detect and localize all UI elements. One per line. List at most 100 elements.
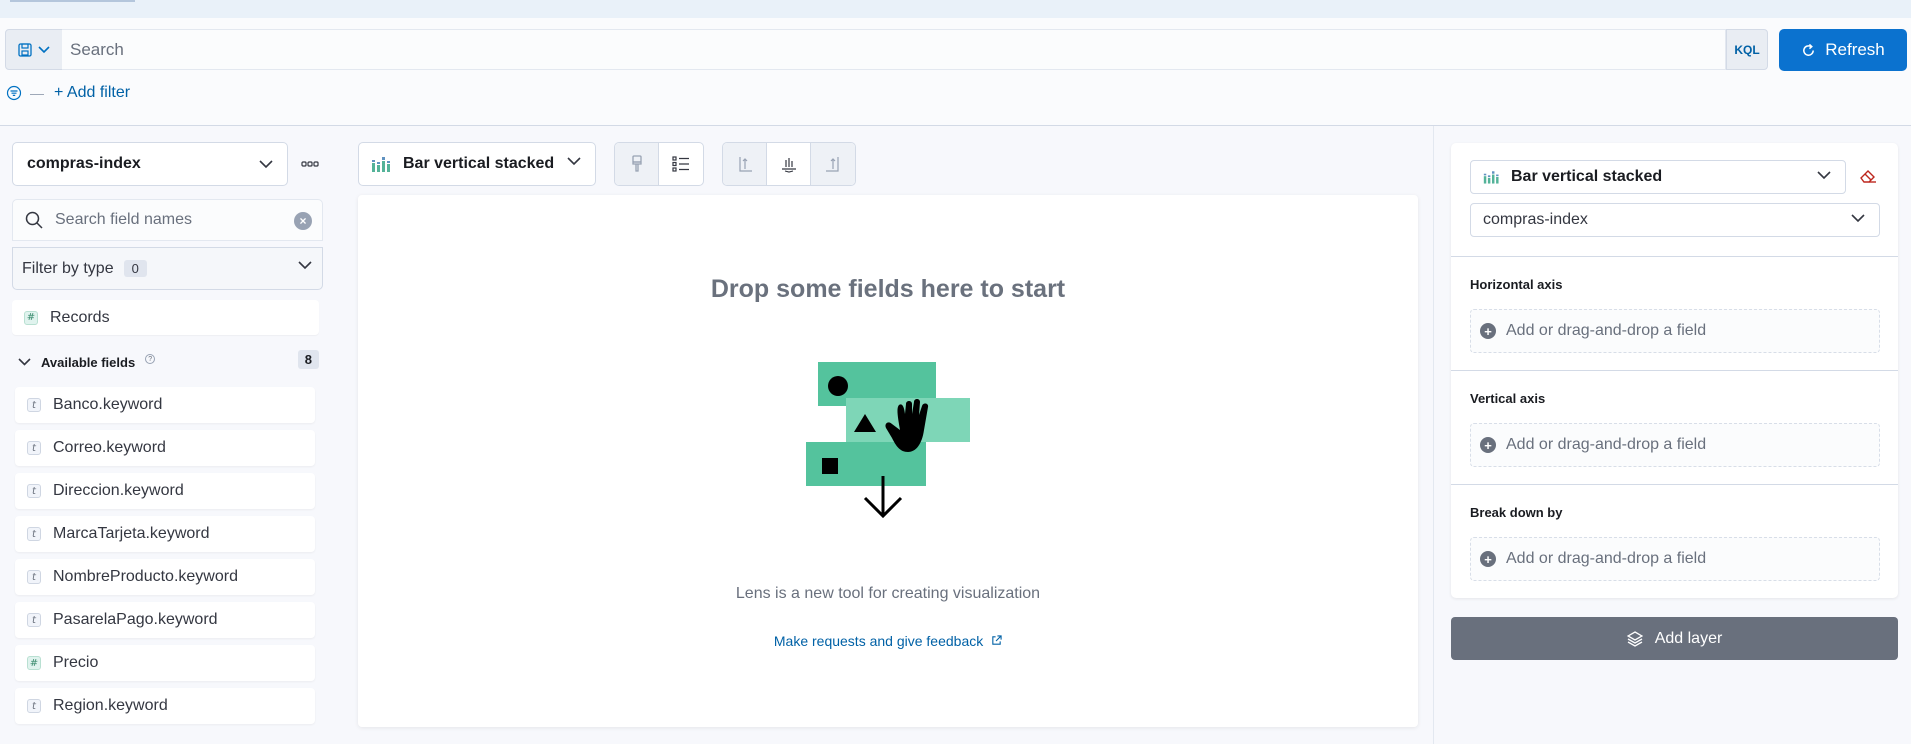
search-input[interactable]: Search (62, 29, 1726, 70)
field-list: t Banco.keyword t Correo.keyword t Direccio… (15, 387, 315, 731)
ellipsis-icon (301, 161, 319, 167)
datasource-label: compras-index (1483, 211, 1588, 228)
chevron-down-icon (567, 157, 581, 166)
add-filter-button[interactable]: + Add filter (54, 84, 130, 102)
field-item[interactable]: # Precio (15, 645, 315, 681)
filter-row: — + Add filter (6, 84, 130, 102)
field-item[interactable]: t NombreProducto.keyword (15, 559, 315, 595)
list-icon (672, 156, 689, 172)
plus-icon: + (1480, 323, 1496, 339)
save-icon (18, 42, 32, 57)
query-language-button[interactable]: KQL (1726, 29, 1768, 70)
refresh-label: Refresh (1825, 40, 1885, 59)
field-name: Region.keyword (53, 697, 168, 714)
bar-chart-icon (1483, 171, 1499, 184)
vertical-axis-dropzone[interactable]: + Add or drag-and-drop a field (1470, 423, 1880, 467)
visual-options-button[interactable] (615, 143, 659, 185)
field-name: MarcaTarjeta.keyword (53, 525, 210, 542)
left-axis-icon (738, 157, 752, 172)
field-name: Correo.keyword (53, 439, 166, 456)
field-item[interactable]: t PasarelaPago.keyword (15, 602, 315, 638)
field-item[interactable]: t MarcaTarjeta.keyword (15, 516, 315, 552)
filter-by-type-label: Filter by type (22, 259, 114, 277)
filter-by-type-button[interactable]: Filter by type 0 (12, 247, 323, 290)
eraser-icon[interactable] (1859, 168, 1877, 184)
right-axis-button[interactable] (811, 143, 855, 185)
field-item[interactable]: t Direccion.keyword (15, 473, 315, 509)
available-fields-label: Available fields (41, 354, 136, 370)
saved-query-button[interactable] (5, 29, 63, 70)
bottom-axis-button[interactable] (767, 143, 811, 185)
break-down-dropzone[interactable]: + Add or drag-and-drop a field (1470, 537, 1880, 581)
break-down-section: Break down by + Add or drag-and-drop a fi… (1451, 484, 1898, 598)
horizontal-axis-section: Horizontal axis + Add or drag-and-drop a … (1451, 256, 1898, 370)
field-search-input[interactable]: Search field names × (12, 199, 323, 241)
chevron-down-icon (1817, 171, 1831, 180)
refresh-button[interactable]: Refresh (1779, 29, 1907, 71)
refresh-icon (1803, 43, 1815, 56)
help-icon[interactable]: ? (145, 354, 156, 364)
string-type-icon: t (27, 613, 41, 627)
layer-panel: Bar vertical stacked compras-index Horiz… (1451, 143, 1898, 598)
string-type-icon: t (27, 570, 41, 584)
add-layer-label: Add layer (1654, 629, 1723, 647)
chart-type-picker[interactable]: Bar vertical stacked (358, 142, 596, 186)
number-type-icon: # (24, 310, 38, 325)
field-item[interactable]: t Correo.keyword (15, 430, 315, 466)
layer-chart-type-label: Bar vertical stacked (1511, 168, 1663, 185)
plus-icon: + (1480, 551, 1496, 567)
records-field[interactable]: # Records (12, 300, 319, 335)
string-type-icon: t (27, 699, 41, 713)
external-link-icon (992, 635, 1002, 645)
search-placeholder: Search (70, 39, 124, 59)
search-icon (25, 211, 43, 229)
field-name: NombreProducto.keyword (53, 568, 238, 585)
field-item[interactable]: t Banco.keyword (15, 387, 315, 423)
legend-options-button[interactable] (659, 143, 703, 185)
section-label: Horizontal axis (1470, 277, 1563, 292)
layer-chart-type-picker[interactable]: Bar vertical stacked (1470, 160, 1846, 194)
filter-divider: — (30, 85, 44, 101)
dropzone-placeholder: Add or drag-and-drop a field (1506, 550, 1707, 567)
display-options-group (614, 142, 704, 186)
tab-indicator (10, 0, 135, 2)
field-name: Direccion.keyword (53, 482, 184, 499)
chevron-down-icon (298, 261, 312, 270)
field-search-placeholder: Search field names (55, 211, 192, 228)
field-item[interactable]: t Region.keyword (15, 688, 315, 724)
records-label: Records (50, 308, 110, 326)
filter-by-type-count: 0 (123, 260, 147, 277)
workspace-panel[interactable]: Drop some fields here to start Lens is a… (358, 195, 1418, 727)
right-axis-icon (826, 157, 839, 172)
horizontal-axis-dropzone[interactable]: + Add or drag-and-drop a field (1470, 309, 1880, 353)
bar-chart-icon (372, 157, 390, 172)
feedback-link[interactable]: Make requests and give feedback (358, 633, 1418, 649)
field-name: PasarelaPago.keyword (53, 611, 218, 628)
chart-type-label: Bar vertical stacked (403, 155, 555, 172)
paintbrush-icon (631, 155, 642, 172)
bottom-axis-icon (781, 158, 796, 173)
more-options-button[interactable] (298, 152, 322, 176)
vertical-axis-section: Vertical axis + Add or drag-and-drop a fi… (1451, 370, 1898, 484)
index-pattern-picker[interactable]: compras-index (12, 142, 288, 186)
top-strip (0, 0, 1911, 18)
clear-icon[interactable]: × (294, 212, 312, 230)
layers-icon (1626, 630, 1643, 647)
chevron-down-icon (259, 159, 273, 168)
index-pattern-label: compras-index (27, 155, 141, 172)
dropzone-placeholder: Add or drag-and-drop a field (1506, 322, 1707, 339)
field-name: Precio (53, 654, 99, 671)
available-fields-header[interactable]: Available fields ? 8 (18, 350, 319, 374)
workspace-subtitle: Lens is a new tool for creating visualiz… (735, 585, 1041, 602)
datasource-picker[interactable]: compras-index (1470, 203, 1880, 237)
filter-options-icon[interactable] (6, 85, 22, 101)
left-axis-button[interactable] (723, 143, 767, 185)
query-bar: Search KQL Refresh — + Add filter (0, 18, 1911, 126)
add-layer-button[interactable]: Add layer (1451, 617, 1898, 660)
drag-drop-illustration (806, 362, 970, 518)
feedback-link-label: Make requests and give feedback (773, 633, 984, 649)
chevron-down-icon (18, 358, 31, 366)
dropzone-placeholder: Add or drag-and-drop a field (1506, 436, 1707, 453)
plus-icon: + (1480, 437, 1496, 453)
chevron-down-icon (38, 45, 50, 53)
